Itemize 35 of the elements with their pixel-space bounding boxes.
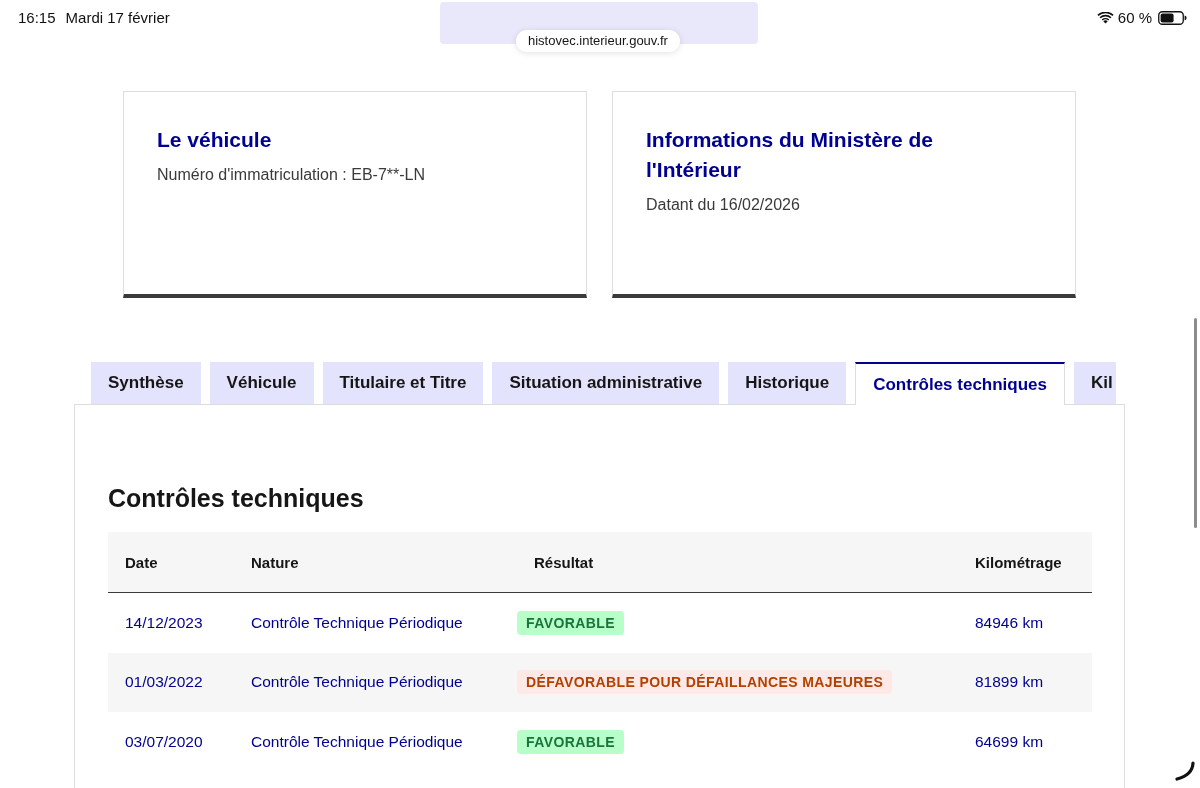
result-badge: FAVORABLE [517, 610, 624, 635]
card-text: Datant du 16/02/2026 [646, 195, 801, 215]
battery-percentage: 60 % [1117, 9, 1152, 26]
column-header: Date [125, 553, 158, 571]
nature-cell: Contrôle Technique Périodique [251, 673, 463, 692]
resize-handle-icon[interactable] [1174, 761, 1196, 781]
battery-icon [1158, 10, 1187, 25]
section-heading: Contrôles techniques [108, 483, 365, 514]
mileage-cell: 64699 km [975, 732, 1044, 751]
result-badge: DÉFAVORABLE POUR DÉFAILLANCES MAJEURES [517, 670, 893, 695]
date-cell: 01/03/2022 [125, 673, 203, 692]
tab[interactable]: Synthèse [91, 362, 201, 404]
address-bar[interactable]: histovec.interieur.gouv.fr [516, 30, 680, 52]
card-text: Numéro d'immatriculation : EB-7**-LN [157, 165, 427, 185]
mileage-cell: 84946 km [975, 613, 1044, 632]
mileage-cell: 81899 km [975, 673, 1044, 692]
wifi-icon [1096, 11, 1114, 24]
tab[interactable]: Historique [728, 362, 847, 404]
result-badge: FAVORABLE [517, 729, 624, 754]
status-time: 16:15 [18, 9, 56, 26]
tab[interactable]: Contrôles techniques [855, 362, 1065, 405]
nature-cell: Contrôle Technique Périodique [251, 732, 463, 751]
tab[interactable]: Titulaire et Titre [322, 362, 484, 404]
column-header: Kilométrage [975, 553, 1062, 571]
card-title: Le véhicule [157, 127, 273, 153]
column-header: Nature [251, 553, 299, 571]
nature-cell: Contrôle Technique Périodique [251, 613, 463, 632]
status-date: Mardi 17 février [65, 9, 170, 26]
tab[interactable]: Situation administrative [492, 362, 720, 404]
column-header: Résultat [534, 553, 594, 571]
date-cell: 03/07/2020 [125, 732, 203, 751]
tab[interactable]: Véhicule [209, 362, 314, 404]
card-title: Informations du Ministère de l'Intérieur [646, 127, 935, 183]
tab[interactable]: Kil [1074, 362, 1116, 404]
date-cell: 14/12/2023 [125, 613, 203, 632]
